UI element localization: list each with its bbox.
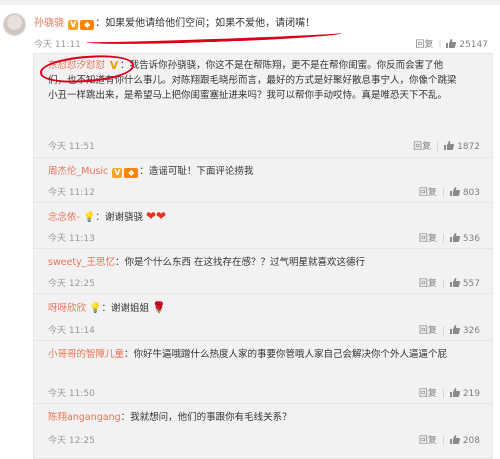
main-comment-line: 孙骁骁 V ◆ ：如果爱他请给他们空间；如果不爱他，请闭嘴！ bbox=[34, 14, 315, 30]
main-comment-text: 如果爱他请给他们空间；如果不爱他，请闭嘴！ bbox=[105, 18, 316, 29]
heart-icon: ❤ bbox=[156, 209, 167, 223]
reply-item: 呀呀欣欣 💡：谢谢姐姐 🌹 今天 11:14 回复 | 326 bbox=[34, 294, 492, 341]
reply-button[interactable]: 回复 bbox=[419, 436, 437, 446]
like-button[interactable]: 219 bbox=[449, 388, 480, 399]
verified-badge-icon: V bbox=[68, 20, 79, 30]
reply-text: 谢谢姐姐 bbox=[111, 303, 150, 314]
reply-actions: 回复 | 557 bbox=[418, 278, 480, 289]
like-count: 536 bbox=[462, 234, 480, 244]
colon: ： bbox=[95, 18, 106, 29]
lightbulb-badge-icon: 💡 bbox=[82, 212, 96, 223]
like-count: 557 bbox=[462, 279, 480, 289]
reply-content: 念念依- 💡：谢谢骁骁 ❤❤ bbox=[48, 209, 167, 223]
reply-button[interactable]: 回复 bbox=[415, 40, 433, 50]
reply-username[interactable]: 小哥哥的智障儿童 bbox=[48, 349, 124, 360]
reply-content: 陈翔angangang：我就想问，他们的事跟你有毛线关系？ bbox=[48, 412, 292, 423]
like-button[interactable]: 536 bbox=[449, 233, 480, 244]
reply-item: 东怼怼汐怼怼 V ：我告诉你孙骁骁，你这不是在帮陈翔，更不是在帮你闺蜜。你反而会害… bbox=[34, 52, 492, 158]
reply-actions: 回复 | 208 bbox=[418, 435, 480, 446]
reply-text: 你是个什么东西 在这找存在感？？过气明星就喜欢这德行 bbox=[124, 257, 366, 268]
reply-time: 今天 12:25 bbox=[48, 279, 95, 289]
like-count: 219 bbox=[462, 389, 480, 399]
reply-time: 今天 12:25 bbox=[48, 436, 95, 446]
reply-button[interactable]: 回复 bbox=[419, 326, 437, 336]
reply-button[interactable]: 回复 bbox=[419, 188, 437, 198]
thumb-up-icon bbox=[449, 187, 460, 196]
reply-text: 你好牛逼哦蹭什么热度人家的事要你管哦人家自己会解决你个外人逼逼个屁 bbox=[133, 349, 448, 360]
reply-username[interactable]: sweety_王思忆 bbox=[48, 257, 115, 268]
reply-text: 我就想问，他们的事跟你有毛线关系？ bbox=[130, 412, 292, 423]
reply-content: 周杰伦_Music V ◆ ：造谣可耻！下面评论捞我 bbox=[48, 166, 254, 178]
thumb-up-icon bbox=[449, 278, 460, 287]
reply-text: 谢谢骁骁 bbox=[104, 212, 143, 223]
main-comment-time: 今天 11:11 bbox=[34, 40, 81, 50]
reply-content: 小哥哥的智障儿童：你好牛逼哦蹭什么热度人家的事要你管哦人家自己会解决你个外人逼逼… bbox=[48, 349, 448, 360]
like-count: 803 bbox=[462, 188, 480, 198]
like-button[interactable]: 25147 bbox=[446, 39, 488, 50]
reply-item: 陈翔angangang：我就想问，他们的事跟你有毛线关系？ 今天 12:25 回… bbox=[34, 404, 492, 457]
vip-badge-icon: ◆ bbox=[124, 168, 139, 178]
reply-time: 今天 11:51 bbox=[48, 142, 95, 152]
reply-username[interactable]: 周杰伦_Music bbox=[48, 166, 108, 177]
like-count: 25147 bbox=[459, 40, 488, 50]
like-button[interactable]: 557 bbox=[449, 278, 480, 289]
thumb-up-icon bbox=[449, 435, 460, 444]
reply-actions: 回复 | 803 bbox=[418, 187, 480, 198]
replies-panel: 东怼怼汐怼怼 V ：我告诉你孙骁骁，你这不是在帮陈翔，更不是在帮你闺蜜。你反而会害… bbox=[33, 52, 493, 459]
reply-actions: 回复 | 536 bbox=[418, 233, 480, 244]
lightbulb-badge-icon: 💡 bbox=[89, 303, 102, 314]
like-count: 208 bbox=[462, 436, 480, 446]
reply-username[interactable]: 呀呀欣欣 bbox=[48, 303, 86, 314]
reply-time: 今天 11:14 bbox=[48, 326, 95, 336]
like-button[interactable]: 803 bbox=[449, 187, 480, 198]
avatar[interactable] bbox=[3, 13, 26, 36]
reply-button[interactable]: 回复 bbox=[413, 142, 431, 152]
rose-icon: 🌹 bbox=[152, 301, 166, 314]
reply-actions: 回复 | 326 bbox=[418, 325, 480, 336]
verified-badge-icon: V bbox=[112, 168, 123, 178]
thumb-up-icon bbox=[449, 233, 460, 242]
like-button[interactable]: 326 bbox=[449, 325, 480, 336]
reply-button[interactable]: 回复 bbox=[419, 279, 437, 289]
like-button[interactable]: 208 bbox=[449, 435, 480, 446]
thumb-up-icon bbox=[446, 39, 457, 48]
like-count: 1872 bbox=[457, 142, 480, 152]
like-count: 326 bbox=[462, 326, 480, 336]
reply-item: 念念依- 💡：谢谢骁骁 ❤❤ 今天 11:13 回复 | 536 bbox=[34, 203, 492, 249]
like-button[interactable]: 1872 bbox=[444, 141, 480, 152]
reply-time: 今天 11:12 bbox=[48, 188, 95, 198]
reply-time: 今天 11:50 bbox=[48, 389, 95, 399]
thumb-up-icon bbox=[444, 141, 455, 150]
vip-badge-icon: ◆ bbox=[80, 20, 95, 30]
reply-actions: 回复 | 219 bbox=[418, 388, 480, 399]
reply-username[interactable]: 念念依- bbox=[48, 212, 80, 223]
reply-content: sweety_王思忆：你是个什么东西 在这找存在感？？过气明星就喜欢这德行 bbox=[48, 257, 366, 268]
reply-content: 呀呀欣欣 💡：谢谢姐姐 🌹 bbox=[48, 301, 166, 314]
red-underline-annotation bbox=[85, 28, 343, 47]
reply-username[interactable]: 陈翔angangang bbox=[48, 412, 121, 423]
thumb-up-icon bbox=[449, 388, 460, 397]
main-comment: 孙骁骁 V ◆ ：如果爱他请给他们空间；如果不爱他，请闭嘴！ 今天 11:11 回复… bbox=[0, 5, 500, 53]
main-comment-actions: 回复 | 25147 bbox=[415, 39, 488, 50]
reply-actions: 回复 | 1872 bbox=[413, 141, 480, 152]
thumb-up-icon bbox=[449, 325, 460, 334]
reply-button[interactable]: 回复 bbox=[419, 234, 437, 244]
reply-button[interactable]: 回复 bbox=[419, 389, 437, 399]
main-comment-username[interactable]: 孙骁骁 bbox=[34, 18, 64, 29]
reply-item: 周杰伦_Music V ◆ ：造谣可耻！下面评论捞我 今天 11:12 回复 | 80… bbox=[34, 158, 492, 203]
reply-text: 造谣可耻！下面评论捞我 bbox=[148, 166, 254, 177]
reply-item: sweety_王思忆：你是个什么东西 在这找存在感？？过气明星就喜欢这德行 今天… bbox=[34, 249, 492, 294]
reply-item: 小哥哥的智障儿童：你好牛逼哦蹭什么热度人家的事要你管哦人家自己会解决你个外人逼逼… bbox=[34, 341, 492, 404]
reply-time: 今天 11:13 bbox=[48, 234, 95, 244]
heart-icon: ❤ bbox=[145, 209, 157, 223]
